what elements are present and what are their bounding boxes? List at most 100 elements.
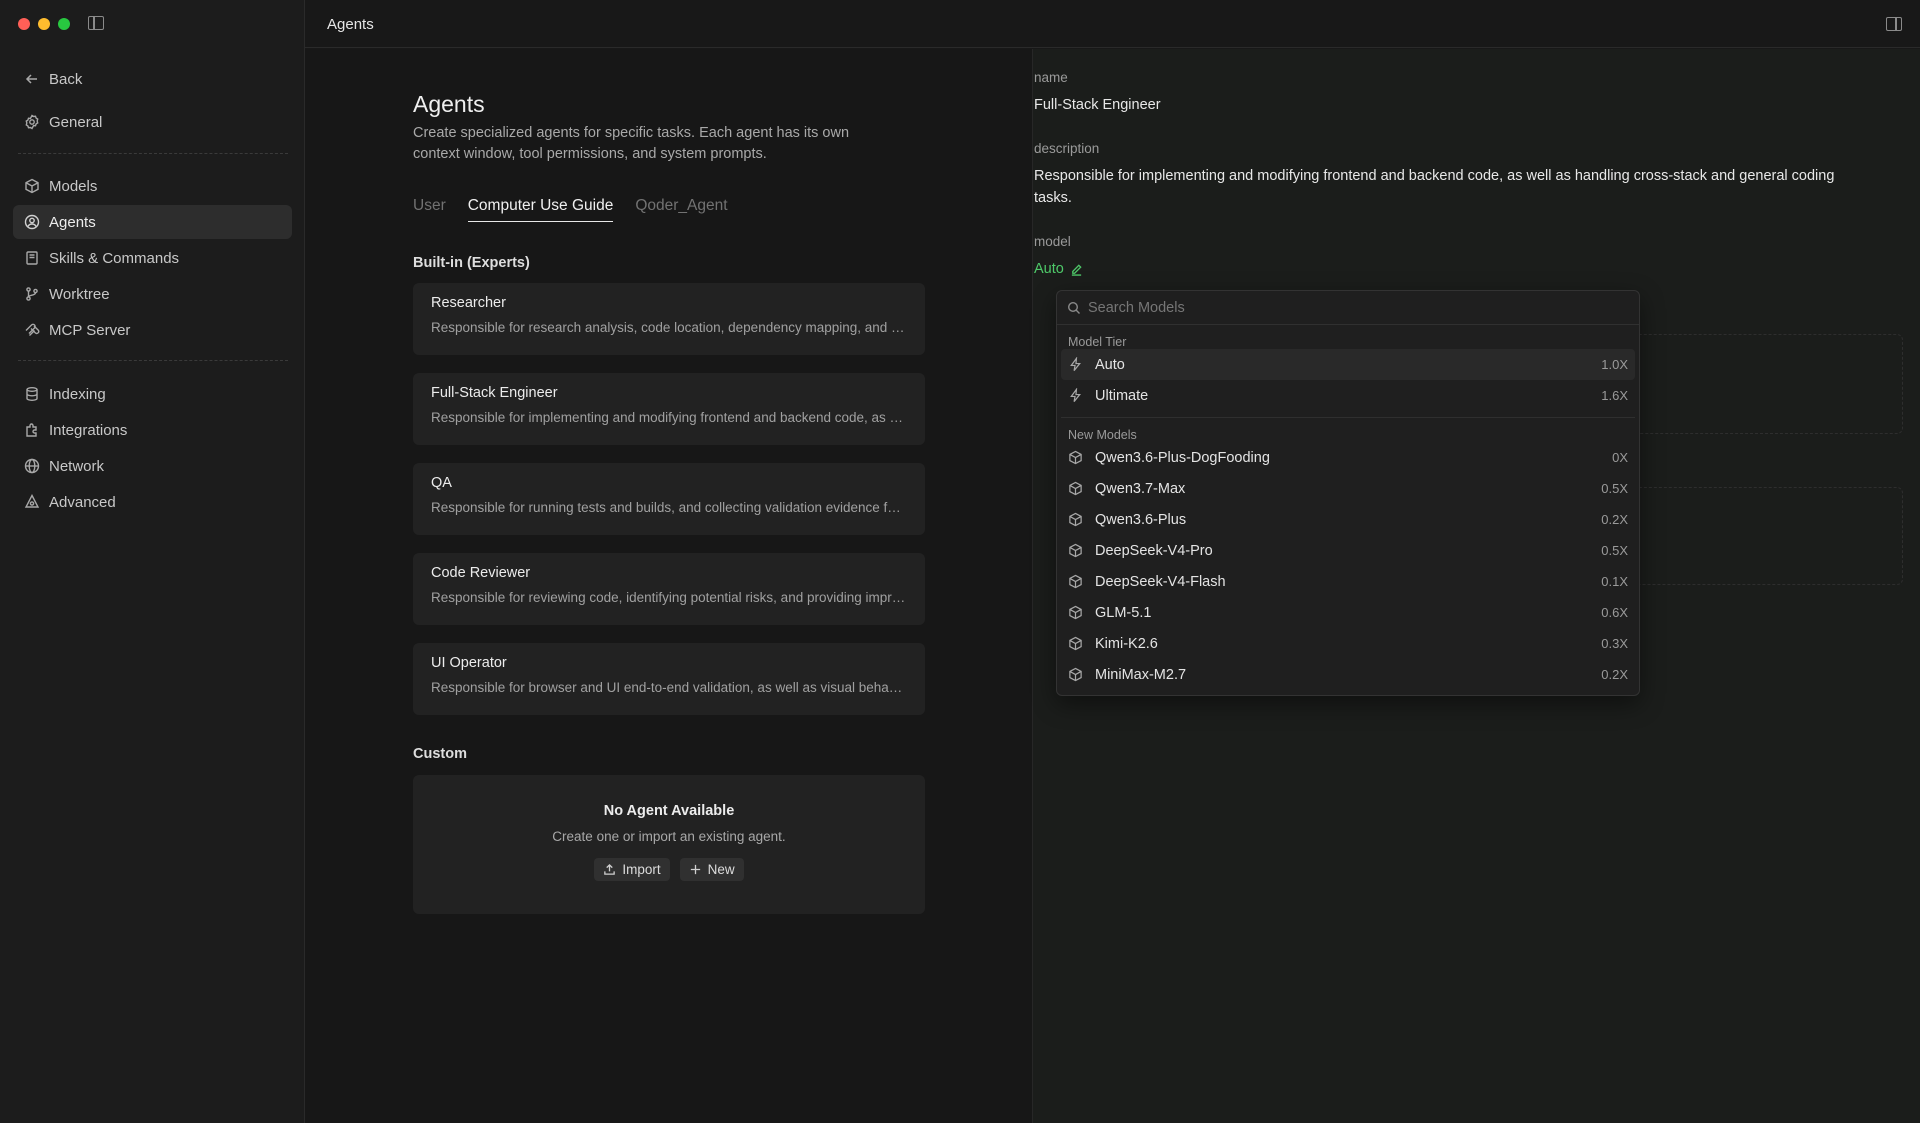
description-label: description [1034,141,1100,156]
panel-toggle-icon[interactable] [1886,17,1902,31]
model-option-qwen3-6-plus[interactable]: Qwen3.6-Plus 0.2X [1057,504,1639,535]
name-label: name [1034,70,1068,85]
agent-description: Responsible for implementing and modifyi… [431,410,907,425]
model-option-deepseek-v4-flash[interactable]: DeepSeek-V4-Flash 0.1X [1057,566,1639,597]
arrow-left-icon [25,74,37,84]
book-icon [26,251,38,265]
model-tier-group-label: Model Tier [1068,335,1127,349]
agent-card-researcher[interactable]: Researcher Responsible for research anal… [413,283,925,355]
plus-icon [690,864,700,875]
model-multiplier: 0.1X [1601,574,1628,589]
model-multiplier: 1.0X [1601,357,1628,372]
model-option-qwen3-6-plus-dogfooding[interactable]: Qwen3.6-Plus-DogFooding 0X [1057,442,1639,473]
page-title: Agents [413,91,485,117]
model-name: MiniMax-M2.7 [1095,666,1187,683]
description-value[interactable]: Responsible for implementing and modifyi… [1034,165,1874,209]
back-button[interactable]: Back [13,62,292,96]
sidebar-item-label: General [49,113,103,131]
minimize-window-button[interactable] [38,18,50,30]
agent-card-full-stack-engineer[interactable]: Full-Stack Engineer Responsible for impl… [413,373,925,445]
model-name: GLM-5.1 [1095,604,1152,621]
sidebar-item-label: Models [49,177,98,195]
import-button[interactable]: Import [594,858,670,881]
tab-user[interactable]: User [413,197,446,222]
model-search-input[interactable] [1088,299,1608,316]
sidebar-item-label: Skills & Commands [49,249,180,267]
lightning-icon [1070,357,1081,371]
back-label: Back [49,70,83,88]
sidebar-item-advanced[interactable]: Advanced [13,485,292,519]
new-agent-button[interactable]: New [679,858,744,881]
model-name: Qwen3.6-Plus [1095,511,1187,528]
user-circle-icon [24,214,40,230]
puzzle-icon [26,423,37,437]
agent-card-ui-operator[interactable]: UI Operator Responsible for browser and … [413,643,925,715]
advanced-icon [24,494,40,508]
empty-title: No Agent Available [603,803,735,819]
name-value[interactable]: Full-Stack Engineer [1034,94,1874,116]
agent-description: Responsible for browser and UI end-to-en… [431,680,907,695]
model-multiplier: 0.6X [1601,605,1628,620]
agent-card-qa[interactable]: QA Responsible for running tests and bui… [413,463,925,535]
model-option-glm-5-1[interactable]: GLM-5.1 0.6X [1057,597,1639,628]
sidebar-item-label: Integrations [49,421,128,439]
globe-icon [24,458,40,474]
agent-description: Responsible for research analysis, code … [431,320,907,335]
agent-name: Code Reviewer [431,565,531,581]
model-label: model [1034,234,1071,249]
cube-icon [1069,543,1082,558]
main-area: Agents Agents Create specialized agents … [305,0,1920,1123]
model-option-auto[interactable]: Auto 1.0X [1061,349,1635,380]
sidebar-item-models[interactable]: Models [13,169,292,203]
upload-icon [604,863,616,875]
tab-computer-use-guide[interactable]: Computer Use Guide [467,197,614,222]
model-option-minimax-m2-7[interactable]: MiniMax-M2.7 0.2X [1057,659,1639,690]
sidebar-item-integrations[interactable]: Integrations [13,413,292,447]
new-models-group-label: New Models [1068,428,1137,442]
search-icon [1067,301,1080,314]
sidebar-toggle-icon[interactable] [88,16,104,30]
empty-actions: Import New [413,858,925,881]
cube-icon [1069,605,1082,620]
model-selector[interactable]: Auto [1034,261,1083,277]
sidebar-item-skills-commands[interactable]: Skills & Commands [13,241,292,275]
model-option-deepseek-v4-pro[interactable]: DeepSeek-V4-Pro 0.5X [1057,535,1639,566]
sidebar-item-general[interactable]: General [13,105,292,139]
cube-icon [25,178,39,194]
agent-name: Researcher [431,295,506,311]
close-window-button[interactable] [18,18,30,30]
sidebar-item-mcp-server[interactable]: MCP Server [13,313,292,347]
model-name: Kimi-K2.6 [1095,635,1158,652]
sidebar-item-worktree[interactable]: Worktree [13,277,292,311]
pencil-icon [1071,263,1082,276]
maximize-window-button[interactable] [58,18,70,30]
model-dropdown: Model Tier Auto 1.0X Ultimate 1.6X New M… [1056,290,1640,696]
model-option-qwen3-7-max[interactable]: Qwen3.7-Max 0.5X [1057,473,1639,504]
sidebar-item-agents[interactable]: Agents [13,205,292,239]
agent-name: Full-Stack Engineer [431,385,558,401]
sidebar-item-indexing[interactable]: Indexing [13,377,292,411]
model-value: Auto [1034,261,1064,277]
import-label: Import [622,862,661,877]
agent-card-code-reviewer[interactable]: Code Reviewer Responsible for reviewing … [413,553,925,625]
tab-qoder-agent[interactable]: Qoder_Agent [635,197,727,222]
agent-name: QA [431,475,452,491]
sidebar-item-label: Advanced [49,493,116,511]
builtin-section-title: Built-in (Experts) [413,255,530,271]
model-option-kimi-k2-6[interactable]: Kimi-K2.6 0.3X [1057,628,1639,659]
model-multiplier: 0.5X [1601,481,1628,496]
agents-list-panel: Agents Create specialized agents for spe… [305,49,1032,1123]
model-name: Qwen3.6-Plus-DogFooding [1095,449,1270,466]
cube-icon [1069,574,1082,589]
sidebar-item-label: Worktree [49,285,110,303]
empty-description: Create one or import an existing agent. [552,829,786,844]
model-name: Ultimate [1095,387,1149,404]
sidebar-item-network[interactable]: Network [13,449,292,483]
cube-icon [1069,667,1082,682]
gear-icon [25,114,39,130]
custom-section-title: Custom [413,746,467,762]
agent-name: UI Operator [431,655,507,671]
model-option-ultimate[interactable]: Ultimate 1.6X [1057,380,1639,411]
topbar: Agents [305,0,1920,48]
model-name: Auto [1095,356,1125,373]
